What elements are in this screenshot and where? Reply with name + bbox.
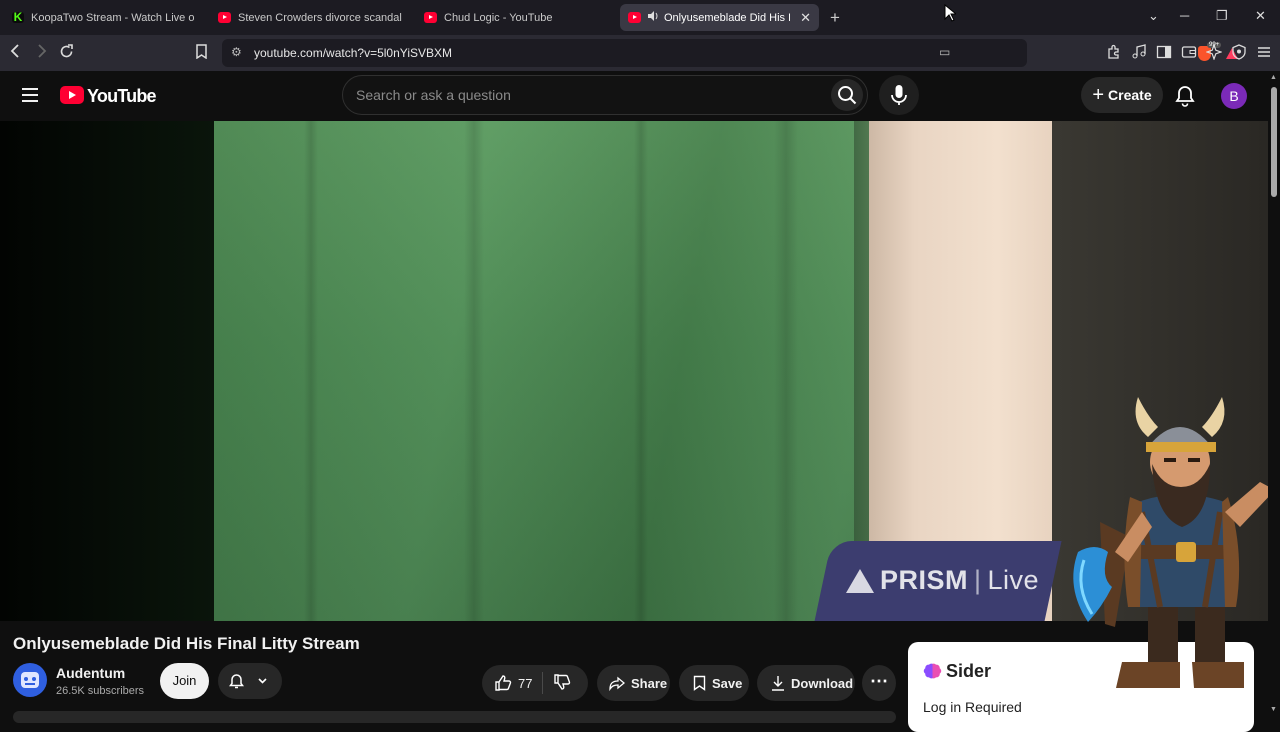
thumbs-down-icon [554,673,571,690]
tab-title: Chud Logic - YouTube [444,11,553,24]
voice-search-button[interactable] [879,75,919,115]
bookmark-icon[interactable] [196,44,207,64]
like-button[interactable]: 77 [494,674,532,692]
subscriber-count: 26.5K subscribers [56,685,145,697]
tab-koopatwo[interactable]: K KoopaTwo Stream - Watch Live o [12,4,197,31]
plus-icon: + [1092,83,1105,106]
mouse-cursor-icon [944,4,956,22]
account-avatar[interactable]: B [1221,83,1247,109]
back-icon[interactable] [10,44,22,63]
channel-avatar[interactable] [13,663,47,697]
channel-name[interactable]: Audentum [56,665,125,681]
site-settings-icon[interactable]: ⚙ [231,45,242,59]
vpn-icon[interactable] [1231,44,1247,63]
sider-brain-icon [923,663,942,679]
scroll-thumb[interactable] [1271,87,1277,197]
search-box[interactable] [342,75,868,115]
tab-title: KoopaTwo Stream - Watch Live o [31,11,195,24]
scroll-up-arrow-icon[interactable]: ▲ [1270,74,1277,81]
leo-ai-icon[interactable] [1205,43,1223,63]
video-left-blur [0,121,214,621]
scroll-down-arrow-icon[interactable]: ▼ [1270,706,1277,713]
description-box[interactable] [13,711,896,723]
tab-chud-logic[interactable]: Chud Logic - YouTube [424,4,609,31]
like-count: 77 [518,675,533,691]
close-window-icon[interactable]: ✕ [1255,8,1266,24]
tab-list-icon[interactable]: ⌄ [1148,8,1159,24]
chevron-down-icon [258,678,267,684]
youtube-icon [218,12,231,23]
cast-icon[interactable]: ▭ [939,45,950,59]
create-button[interactable]: + Create [1081,77,1163,113]
notifications-bell-icon[interactable] [1175,85,1195,112]
close-tab-icon[interactable]: ✕ [800,10,811,26]
ellipsis-icon: ⋯ [870,671,888,691]
youtube-icon [628,12,641,23]
restore-icon[interactable]: ❐ [1216,8,1228,24]
kick-icon: K [12,10,24,24]
sider-title: Sider [946,661,992,681]
share-label: Share [631,675,668,691]
video-title: Onlyusemeblade Did His Final Litty Strea… [13,634,360,653]
more-actions-button[interactable]: ⋯ [862,665,896,701]
url-bar[interactable]: ⚙ youtube.com/watch?v=5l0nYiSVBXM ▭ 99+ [222,39,1238,67]
youtube-header: YouTube + Create B [0,71,1268,121]
viking-mascot-image [1073,397,1275,688]
thumbs-up-icon [495,675,512,691]
forward-icon[interactable] [35,44,47,63]
save-button[interactable]: Save [679,665,749,701]
curtain-fold [304,121,318,621]
prism-logo-icon [846,568,874,593]
microphone-icon [891,85,907,105]
sidebar-icon[interactable] [1156,44,1172,63]
search-icon [838,86,857,105]
curtain-fold [464,121,484,621]
subscription-notifications-button[interactable] [218,663,282,699]
share-button[interactable]: Share [597,665,670,701]
page-scrollbar[interactable]: ▲ ▼ [1268,71,1280,720]
divider [542,672,544,694]
extensions-icon[interactable] [1106,44,1122,63]
save-label: Save [712,675,743,691]
curtain-fold [634,121,648,621]
menu-icon[interactable] [1256,44,1272,63]
speaker-icon[interactable] [648,11,659,24]
like-dislike-group: 77 [482,665,588,701]
video-frame[interactable]: PRISM | Live [214,121,1062,621]
youtube-logo-icon[interactable] [60,86,84,104]
url-text[interactable]: youtube.com/watch?v=5l0nYiSVBXM [254,46,452,60]
prism-live: Live [987,565,1040,595]
create-label: Create [1108,87,1152,103]
prism-live-watermark: PRISM | Live [846,565,1039,596]
youtube-icon [424,12,437,23]
share-icon [609,676,625,691]
sider-login-required[interactable]: Log in Required [923,699,1022,715]
hamburger-menu-icon[interactable] [22,88,38,106]
browser-tab-bar: K KoopaTwo Stream - Watch Live o Steven … [0,0,1280,35]
tab-title: Onlyusemeblade Did His Fina [664,11,790,24]
search-input[interactable] [356,87,816,103]
tab-onlyusemeblade[interactable]: Onlyusemeblade Did His Fina ✕ [620,4,819,31]
curtain-fold [774,121,798,621]
address-toolbar: ⚙ youtube.com/watch?v=5l0nYiSVBXM ▭ 99+ [0,35,1280,71]
wallet-icon[interactable] [1181,44,1197,63]
bell-icon [229,674,244,689]
reload-icon[interactable] [59,44,74,64]
new-tab-icon[interactable]: + [830,8,840,28]
dislike-button[interactable] [553,673,571,694]
minimize-icon[interactable]: ─ [1180,8,1189,23]
download-label: Download [791,675,854,691]
save-bookmark-icon [693,675,706,691]
download-icon [772,676,784,691]
tab-title: Steven Crowders divorce scandal | RE [238,11,403,24]
download-button[interactable]: Download [757,665,855,701]
media-icon[interactable] [1131,44,1147,63]
join-button[interactable]: Join [160,663,209,699]
tab-steven-crowder[interactable]: Steven Crowders divorce scandal | RE [218,4,403,31]
prism-brand: PRISM [880,565,969,595]
youtube-logo-text[interactable]: YouTube [87,86,157,107]
search-button[interactable] [831,79,863,111]
